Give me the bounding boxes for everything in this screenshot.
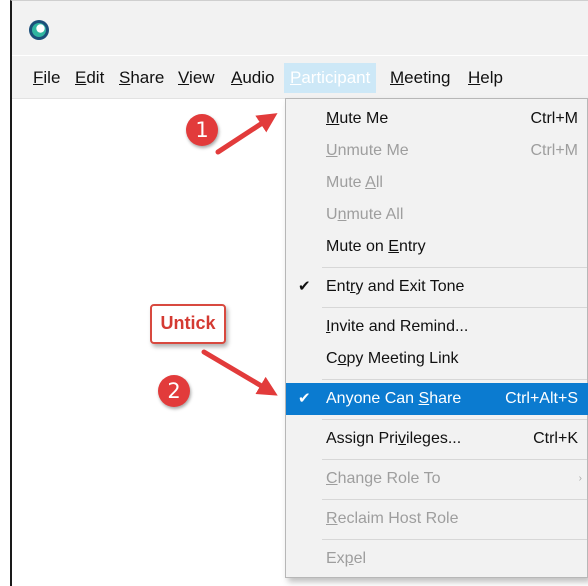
step1-arrow-icon	[215, 113, 278, 155]
untick-callout: Untick	[150, 304, 226, 344]
annotation-arrows	[201, 113, 278, 396]
step2-badge: 2	[158, 375, 190, 407]
step1-badge: 1	[186, 114, 218, 146]
step2-arrow-icon	[201, 349, 278, 396]
